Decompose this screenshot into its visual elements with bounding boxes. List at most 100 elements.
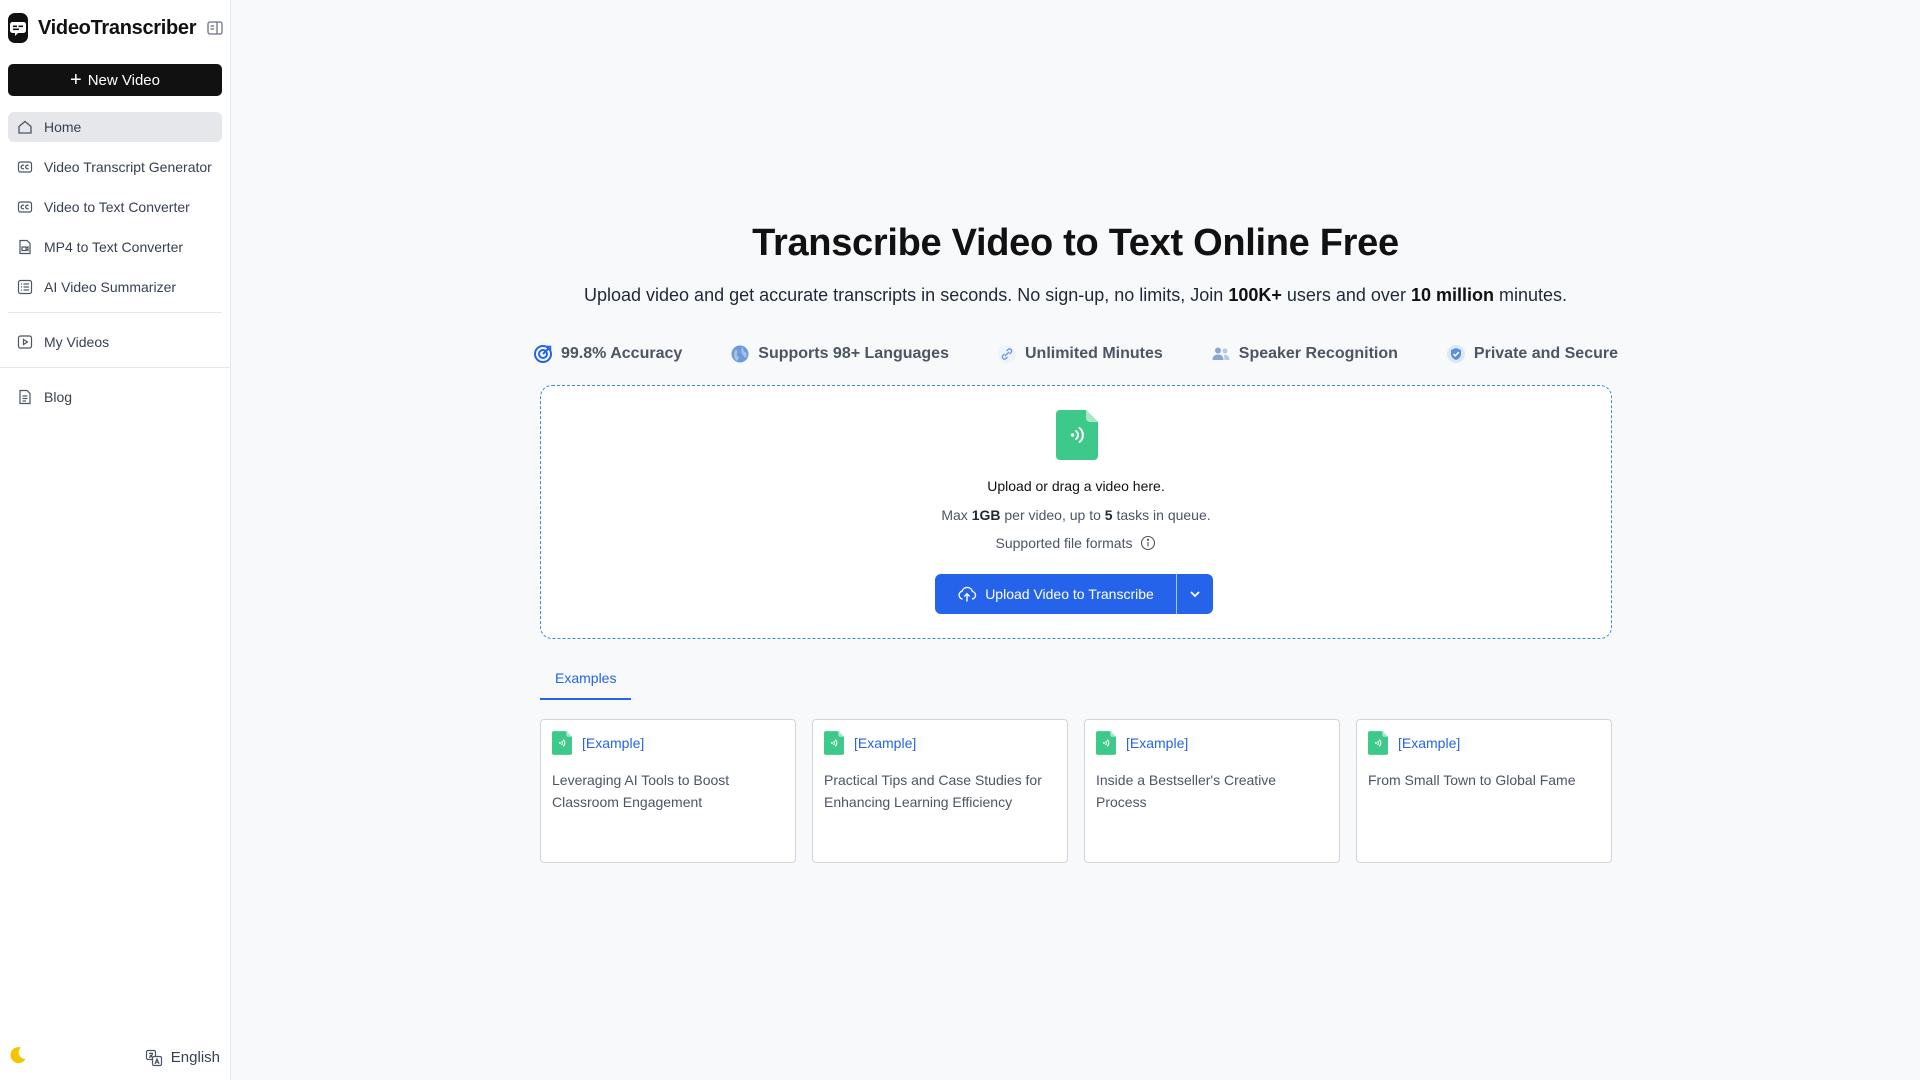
feature-label: Private and Secure — [1473, 345, 1618, 362]
supported-formats-label: Supported file formats — [995, 535, 1133, 551]
limit-text: tasks in queue. — [1112, 507, 1211, 523]
example-tag: [Example] — [1398, 735, 1461, 751]
language-selector[interactable]: English — [145, 1049, 220, 1067]
dark-mode-moon-icon[interactable] — [8, 1045, 28, 1070]
audio-file-icon — [552, 731, 572, 755]
sidebar-item-video-transcript-generator[interactable]: Video Transcript Generator — [8, 152, 222, 182]
subtitle-minutes-count: 10 million — [1410, 285, 1494, 305]
example-title: Practical Tips and Case Studies for Enha… — [824, 772, 1042, 810]
sidebar-item-video-to-text[interactable]: Video to Text Converter — [8, 192, 222, 222]
app-logo-icon[interactable] — [8, 13, 28, 43]
example-card[interactable]: [Example] From Small Town to Global Fame — [1356, 719, 1612, 863]
example-card-header: [Example] — [1368, 731, 1600, 755]
language-label: English — [170, 1049, 220, 1066]
subtitle-text: minutes. — [1493, 285, 1568, 305]
upload-instructions: Upload or drag a video here. — [987, 478, 1165, 494]
main-content: Transcribe Video to Text Online Free Upl… — [231, 0, 1920, 1080]
app-name: VideoTranscriber — [38, 16, 197, 39]
feature-label: Speaker Recognition — [1238, 345, 1398, 362]
upload-dropzone[interactable]: Upload or drag a video here. Max 1GB per… — [540, 385, 1612, 639]
new-video-button[interactable]: + New Video — [8, 64, 222, 96]
sidebar-item-mp4-to-text[interactable]: MP4 to Text Converter — [8, 232, 222, 262]
sidebar-footer: English — [8, 1045, 220, 1070]
list-icon — [16, 278, 34, 296]
nav-divider — [8, 312, 222, 313]
play-square-icon — [16, 333, 34, 351]
sidebar-collapse-icon[interactable] — [206, 19, 224, 37]
file-video-icon — [16, 238, 34, 256]
info-icon[interactable] — [1140, 535, 1156, 551]
feature-private: Private and Secure — [1446, 344, 1618, 364]
sidebar-item-blog[interactable]: Blog — [8, 382, 222, 412]
example-title: Leveraging AI Tools to Boost Classroom E… — [552, 772, 730, 810]
example-card[interactable]: [Example] Inside a Bestseller's Creative… — [1084, 719, 1340, 863]
home-icon — [16, 118, 34, 136]
brand: VideoTranscriber — [0, 0, 230, 56]
audio-file-icon — [1096, 731, 1116, 755]
example-card-header: [Example] — [824, 731, 1056, 755]
sidebar: VideoTranscriber + New Video Home Video … — [0, 0, 231, 1080]
feature-unlimited: Unlimited Minutes — [997, 344, 1163, 364]
features-row: 99.8% Accuracy Supports 98+ Languages Un… — [231, 344, 1920, 364]
feature-speaker: Speaker Recognition — [1211, 344, 1398, 364]
audio-file-icon — [1368, 731, 1388, 755]
supported-formats: Supported file formats — [541, 535, 1611, 551]
example-title: Inside a Bestseller's Creative Process — [1096, 772, 1277, 810]
limit-tasks: 5 — [1104, 507, 1113, 523]
cc-icon — [16, 198, 34, 216]
link-icon — [997, 344, 1017, 364]
limit-size: 1GB — [971, 507, 1001, 523]
examples-list: [Example] Leveraging AI Tools to Boost C… — [540, 719, 1612, 863]
sidebar-item-label: My Videos — [44, 334, 110, 350]
cc-icon — [16, 158, 34, 176]
sidebar-item-ai-video-summarizer[interactable]: AI Video Summarizer — [8, 272, 222, 302]
translate-icon — [145, 1049, 162, 1066]
example-tag: [Example] — [1126, 735, 1189, 751]
page-subtitle: Upload video and get accurate transcript… — [231, 285, 1920, 306]
page-title: Transcribe Video to Text Online Free — [752, 222, 1399, 264]
feature-label: Supports 98+ Languages — [758, 345, 949, 362]
limit-text: Max — [941, 507, 972, 523]
users-icon — [1211, 344, 1231, 364]
new-video-label: New Video — [87, 71, 160, 89]
nav-divider — [0, 367, 230, 368]
sidebar-item-label: Video Transcript Generator — [44, 159, 212, 175]
sidebar-item-my-videos[interactable]: My Videos — [8, 327, 222, 357]
plus-icon: + — [70, 69, 82, 91]
sidebar-item-label: Video to Text Converter — [44, 199, 190, 215]
feature-languages: Supports 98+ Languages — [730, 344, 949, 364]
subtitle-users-count: 100K+ — [1228, 285, 1282, 305]
upload-button-group: Upload Video to Transcribe — [935, 574, 1213, 614]
limit-text: per video, up to — [1000, 507, 1105, 523]
sidebar-item-home[interactable]: Home — [8, 112, 222, 142]
example-tag: [Example] — [854, 735, 917, 751]
cloud-upload-icon — [958, 586, 977, 602]
upload-video-button[interactable]: Upload Video to Transcribe — [935, 574, 1176, 614]
subtitle-text: Upload video and get accurate transcript… — [583, 285, 1229, 305]
feature-label: Unlimited Minutes — [1024, 345, 1163, 362]
upload-options-dropdown[interactable] — [1176, 574, 1213, 614]
upload-button-label: Upload Video to Transcribe — [985, 586, 1154, 602]
example-title: From Small Town to Global Fame — [1368, 772, 1576, 788]
sidebar-item-label: Blog — [44, 389, 73, 405]
examples-tabs: Examples — [540, 660, 1612, 700]
feature-accuracy: 99.8% Accuracy — [533, 344, 682, 364]
document-icon — [16, 388, 34, 406]
upload-limits: Max 1GB per video, up to 5 tasks in queu… — [541, 507, 1611, 523]
sidebar-nav: Home Video Transcript Generator Video to… — [0, 112, 230, 412]
audio-file-icon — [1056, 410, 1098, 465]
target-icon — [533, 344, 553, 364]
example-card-header: [Example] — [1096, 731, 1328, 755]
audio-file-icon — [824, 731, 844, 755]
example-card[interactable]: [Example] Practical Tips and Case Studie… — [812, 719, 1068, 863]
chevron-down-icon — [1190, 591, 1200, 598]
sidebar-item-label: Home — [44, 119, 82, 135]
feature-label: 99.8% Accuracy — [561, 345, 683, 362]
example-card[interactable]: [Example] Leveraging AI Tools to Boost C… — [540, 719, 796, 863]
example-card-header: [Example] — [552, 731, 784, 755]
shield-icon — [1446, 344, 1466, 364]
example-tag: [Example] — [582, 735, 645, 751]
sidebar-item-label: AI Video Summarizer — [44, 279, 177, 295]
sidebar-item-label: MP4 to Text Converter — [44, 239, 184, 255]
tab-examples[interactable]: Examples — [540, 660, 632, 700]
